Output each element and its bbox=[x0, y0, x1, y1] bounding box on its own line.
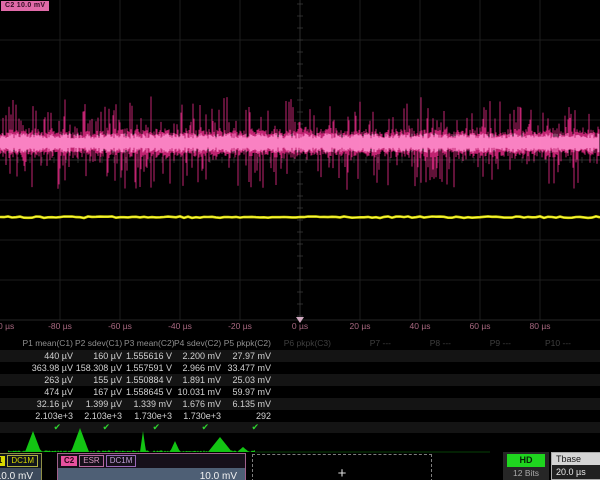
time-axis-tick-label: -100 µs bbox=[0, 321, 14, 331]
table-row-min: 263 µV 155 µV 1.550884 V 1.891 mV 25.03 … bbox=[0, 374, 600, 386]
table-cell: 1.339 mV bbox=[124, 398, 174, 410]
c1-channel-badge: C1 bbox=[0, 456, 5, 466]
table-cell: 155 µV bbox=[75, 374, 124, 386]
time-axis-tick-label: -80 µs bbox=[48, 321, 72, 331]
param-header-p6[interactable]: P6 pkpk(C3) bbox=[273, 337, 333, 350]
timebase-descriptor[interactable]: Tbase 20.0 µs bbox=[551, 452, 600, 480]
time-axis-tick-label: -20 µs bbox=[228, 321, 252, 331]
table-cell: 33.477 mV bbox=[223, 362, 273, 374]
table-cell: 27.97 mV bbox=[223, 350, 273, 362]
table-cell: 363.98 µV bbox=[0, 362, 75, 374]
table-cell: 1.557591 V bbox=[124, 362, 174, 374]
table-row-mean: 363.98 µV 158.308 µV 1.557591 V 2.966 mV… bbox=[0, 362, 600, 374]
time-axis-tick-label: -40 µs bbox=[168, 321, 192, 331]
measurement-table: P1 mean(C1) P2 sdev(C1) P3 mean(C2) P4 s… bbox=[0, 337, 600, 433]
trigger-position-marker[interactable] bbox=[296, 317, 304, 323]
measurement-header-row: P1 mean(C1) P2 sdev(C1) P3 mean(C2) P4 s… bbox=[0, 337, 600, 350]
table-cell: 2.103e+3 bbox=[75, 410, 124, 422]
c1-vertical-scale: 10.0 mV bbox=[0, 468, 41, 480]
table-cell: 1.891 mV bbox=[174, 374, 223, 386]
table-cell: 1.399 µV bbox=[75, 398, 124, 410]
c2-coupling-badge: DC1M bbox=[106, 455, 137, 467]
table-cell: 25.03 mV bbox=[223, 374, 273, 386]
time-axis-tick-label: -60 µs bbox=[108, 321, 132, 331]
time-axis-tick-label: 60 µs bbox=[470, 321, 491, 331]
waveform-area[interactable]: C2 10.0 mV -100 µs -80 µs -60 µs -40 µs … bbox=[0, 0, 600, 336]
param-header-p1[interactable]: P1 mean(C1) bbox=[0, 337, 75, 350]
param-header-p3[interactable]: P3 mean(C2) bbox=[124, 337, 174, 350]
table-cell: 10.031 mV bbox=[174, 386, 223, 398]
table-cell: 32.16 µV bbox=[0, 398, 75, 410]
time-axis-tick-label: 80 µs bbox=[530, 321, 551, 331]
c2-channel-badge: C2 bbox=[61, 456, 77, 466]
param-header-p10[interactable]: P10 --- bbox=[513, 337, 573, 350]
param-header-p9[interactable]: P9 --- bbox=[453, 337, 513, 350]
timebase-scale: 20.0 µs bbox=[552, 465, 600, 479]
c2-trace-annotation: C2 10.0 mV bbox=[1, 1, 49, 11]
table-cell: 1.676 mV bbox=[174, 398, 223, 410]
table-cell: 474 µV bbox=[0, 386, 75, 398]
table-cell: 1.550884 V bbox=[124, 374, 174, 386]
time-axis-tick-label: 20 µs bbox=[350, 321, 371, 331]
timebase-title: Tbase bbox=[552, 453, 600, 465]
c1-coupling-badge: DC1M bbox=[7, 455, 38, 467]
table-cell: 292 bbox=[223, 410, 273, 422]
table-row-value: 440 µV 160 µV 1.555616 V 2.200 mV 27.97 … bbox=[0, 350, 600, 362]
channel-descriptor-c2[interactable]: C2 ESR DC1M 10.0 mV bbox=[57, 453, 246, 480]
c2-esr-badge: ESR bbox=[79, 455, 103, 467]
waveform-traces[interactable] bbox=[0, 0, 600, 336]
param-header-p4[interactable]: P4 sdev(C2) bbox=[174, 337, 223, 350]
hd-badge: HD bbox=[507, 454, 545, 467]
param-header-p7[interactable]: P7 --- bbox=[333, 337, 393, 350]
table-cell: 2.966 mV bbox=[174, 362, 223, 374]
time-axis-tick-label: 40 µs bbox=[410, 321, 431, 331]
add-trace-button[interactable]: + bbox=[252, 454, 432, 480]
table-row-num: 2.103e+3 2.103e+3 1.730e+3 1.730e+3 292 bbox=[0, 410, 600, 422]
hd-bits-label: 12 Bits bbox=[503, 467, 549, 479]
hd-mode-panel[interactable]: HD 12 Bits bbox=[503, 452, 549, 480]
c2-vertical-scale: 10.0 mV bbox=[58, 468, 245, 480]
table-cell: 440 µV bbox=[0, 350, 75, 362]
table-cell: 1.558645 V bbox=[124, 386, 174, 398]
table-cell: 59.97 mV bbox=[223, 386, 273, 398]
param-header-p8[interactable]: P8 --- bbox=[393, 337, 453, 350]
table-cell: 160 µV bbox=[75, 350, 124, 362]
table-cell: 2.103e+3 bbox=[0, 410, 75, 422]
param-header-p2[interactable]: P2 sdev(C1) bbox=[75, 337, 124, 350]
table-cell: 167 µV bbox=[75, 386, 124, 398]
plus-icon: + bbox=[338, 465, 347, 480]
channel-descriptor-c1[interactable]: C1 DC1M 10.0 mV bbox=[0, 453, 42, 480]
table-cell: 1.730e+3 bbox=[174, 410, 223, 422]
table-cell: 6.135 mV bbox=[223, 398, 273, 410]
table-row-sdev: 32.16 µV 1.399 µV 1.339 mV 1.676 mV 6.13… bbox=[0, 398, 600, 410]
table-cell: 2.200 mV bbox=[174, 350, 223, 362]
param-header-p5[interactable]: P5 pkpk(C2) bbox=[223, 337, 273, 350]
table-cell: 158.308 µV bbox=[75, 362, 124, 374]
oscilloscope-screen: C2 10.0 mV -100 µs -80 µs -60 µs -40 µs … bbox=[0, 0, 600, 480]
table-row-max: 474 µV 167 µV 1.558645 V 10.031 mV 59.97… bbox=[0, 386, 600, 398]
table-cell: 1.730e+3 bbox=[124, 410, 174, 422]
table-cell: 1.555616 V bbox=[124, 350, 174, 362]
table-cell: 263 µV bbox=[0, 374, 75, 386]
